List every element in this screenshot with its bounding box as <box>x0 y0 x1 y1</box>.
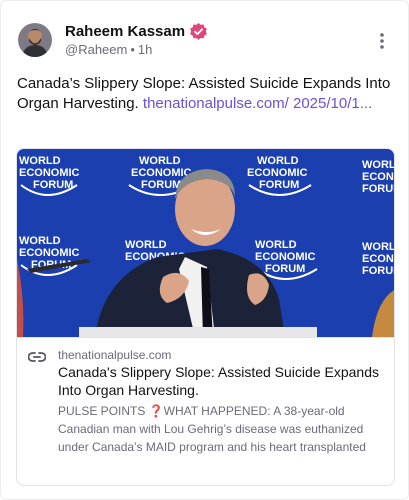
wef-logo-line: WORLD <box>139 155 181 167</box>
author-name[interactable]: Raheem Kassam <box>65 23 185 40</box>
link-preview-card[interactable]: WORLD ECONOMIC FORUM WORLD ECONOMIC FORU… <box>16 148 395 486</box>
post-link[interactable]: thenationalpulse.com/ 2025/10/1... <box>143 95 372 112</box>
link-icon <box>27 350 47 362</box>
link-preview-image[interactable]: WORLD ECONOMIC FORUM WORLD ECONOMIC FORU… <box>17 149 395 337</box>
wef-logo-line: ECONOMIC <box>247 167 308 179</box>
more-vertical-icon[interactable] <box>374 31 390 51</box>
wef-logo-line: FORUM <box>362 183 395 195</box>
wef-logo-line: WORLD <box>255 239 297 251</box>
wef-logo-line: FORUM <box>141 179 181 191</box>
wef-logo-line: FORUM <box>259 179 299 191</box>
link-title[interactable]: Canada's Slippery Slope: Assisted Suicid… <box>58 363 388 399</box>
wef-logo-line: FORUM <box>265 263 305 275</box>
post-time[interactable]: 1h <box>138 42 152 57</box>
wef-logo-line: WORLD <box>362 241 395 253</box>
wef-logo-line: FORUM <box>362 265 395 277</box>
link-preview-body[interactable]: thenationalpulse.com Canada's Slippery S… <box>17 337 394 485</box>
wef-logo-line: ECONOMIC <box>131 167 192 179</box>
wef-logo-line: WORLD <box>125 239 167 251</box>
wef-logo-line: ECONOMIC <box>19 247 80 259</box>
wef-logo-8: WORLD ECONOMIC FORUM <box>362 241 395 277</box>
avatar[interactable] <box>18 23 52 57</box>
wef-logo-line: FORUM <box>33 179 73 191</box>
wef-logo-4: WORLD ECONOMIC FORUM <box>362 159 395 195</box>
link-description: PULSE POINTS ❓WHAT HAPPENED: A 38-year-o… <box>58 404 366 454</box>
wef-logo-line: ECONOMIC <box>255 251 316 263</box>
author-handle[interactable]: @Raheem <box>65 42 127 57</box>
author-meta: @Raheem • 1h <box>65 42 152 57</box>
post-card[interactable]: Raheem Kassam @Raheem • 1h Canada’s Slip… <box>0 0 409 500</box>
wef-logo-line: ECONOMIC <box>362 171 395 183</box>
wef-logo-line: WORLD <box>19 155 61 167</box>
wef-logo-line: WORLD <box>362 159 395 171</box>
link-domain: thenationalpulse.com <box>58 348 172 362</box>
wef-logo-line: ECONOMIC <box>19 167 80 179</box>
wef-logo-line: WORLD <box>19 235 61 247</box>
meta-separator: • <box>130 42 135 57</box>
wef-logo-line: ECONOMIC <box>362 253 395 265</box>
verified-badge-icon <box>189 22 208 41</box>
post-text: Canada’s Slippery Slope: Assisted Suicid… <box>17 74 395 114</box>
wef-logo-line: WORLD <box>257 155 299 167</box>
author-name-row[interactable]: Raheem Kassam <box>65 22 208 41</box>
